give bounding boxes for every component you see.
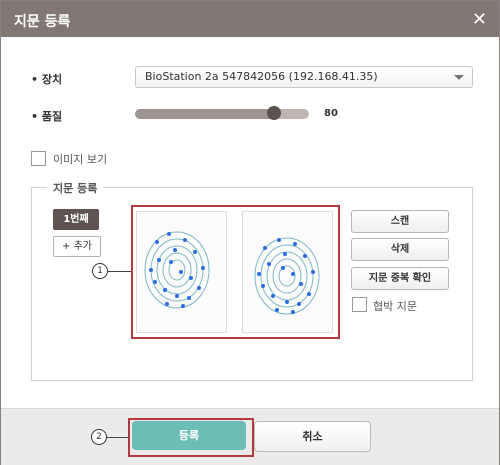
quality-label: • 품질 — [31, 110, 63, 123]
fingerprint-group-title: 지문 등록 — [47, 180, 104, 196]
callout-1-line — [108, 271, 131, 272]
fingerprint-image-2 — [242, 211, 333, 333]
close-icon[interactable]: ✕ — [472, 9, 487, 30]
view-image-label: 이미지 보기 — [53, 153, 108, 166]
device-label: • 장치 — [31, 73, 63, 86]
callout-2: 2 — [91, 429, 107, 445]
fingerprint-2-graphic — [254, 237, 320, 315]
quality-value: 80 — [324, 108, 338, 119]
fingerprint-registration-dialog: 지문 등록 ✕ • 장치 BioStation 2a 547842056 (19… — [0, 0, 500, 465]
duress-label: 협박 지문 — [373, 300, 417, 313]
delete-button[interactable]: 삭제 — [351, 238, 449, 261]
callout-2-line — [107, 437, 129, 438]
scan-button[interactable]: 스캔 — [351, 210, 449, 233]
duplicate-check-button[interactable]: 지문 중복 확인 — [351, 267, 449, 290]
quality-slider[interactable] — [135, 106, 309, 120]
quality-slider-fill — [135, 109, 275, 119]
tab-first-fingerprint[interactable]: 1번째 — [53, 209, 99, 230]
callout-1: 1 — [92, 263, 108, 279]
cancel-button[interactable]: 취소 — [254, 421, 371, 452]
register-button[interactable]: 등록 — [132, 421, 246, 450]
fingerprint-image-1 — [136, 211, 227, 333]
quality-slider-thumb[interactable] — [267, 106, 282, 120]
dialog-titlebar: 지문 등록 ✕ — [1, 1, 499, 37]
device-select-value: BioStation 2a 547842056 (192.168.41.35) — [145, 70, 378, 83]
device-select[interactable]: BioStation 2a 547842056 (192.168.41.35) — [135, 66, 473, 88]
dialog-title: 지문 등록 — [14, 14, 71, 30]
duress-checkbox[interactable] — [352, 297, 367, 312]
chevron-down-icon — [454, 75, 464, 80]
add-fingerprint-button[interactable]: + 추가 — [53, 236, 101, 257]
view-image-checkbox[interactable] — [31, 151, 46, 166]
fingerprint-1-graphic — [144, 231, 210, 309]
